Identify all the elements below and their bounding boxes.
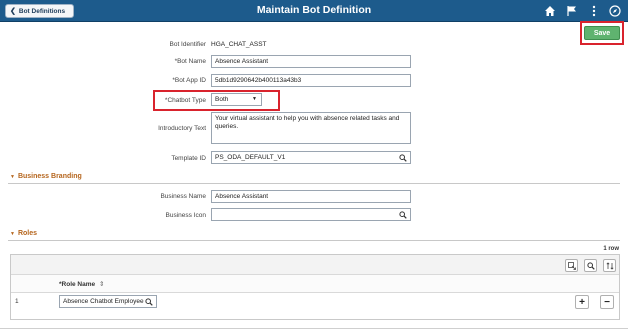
flag-icon[interactable] [565,4,579,18]
intro-text-value: Your virtual assistant to help you with … [215,115,400,130]
compass-icon[interactable] [608,4,622,18]
more-vertical-icon[interactable] [587,4,601,18]
template-id-field[interactable]: PS_ODA_DEFAULT_V1 [211,151,411,164]
bot-name-value: Absence Assistant [215,58,269,65]
save-highlight-box [580,21,624,45]
row-number: 1 [15,298,19,305]
sort-icon[interactable] [603,259,616,272]
roles-grid: *Role Name ⇕ 1 Absence Chatbot Employee … [10,254,620,320]
business-name-label: Business Name [160,193,206,200]
top-bar: ❮ Bot Definitions Maintain Bot Definitio… [0,0,628,22]
roles-section-label: Roles [17,230,38,237]
template-id-label: Template ID [171,155,206,162]
chatbot-type-highlight-box [153,90,280,111]
grid-search-icon[interactable] [584,259,597,272]
collapse-triangle-icon: ▼ [10,230,15,237]
grid-header: *Role Name ⇕ [11,275,619,293]
row-count: 1 row [603,246,619,252]
back-button[interactable]: ❮ Bot Definitions [5,4,74,18]
business-name-value: Absence Assistant [215,193,269,200]
section-divider [8,183,620,184]
collapse-triangle-icon: ▼ [10,173,15,180]
role-name-column-header[interactable]: *Role Name ⇕ [59,280,104,288]
personalize-icon[interactable] [565,259,578,272]
search-icon[interactable] [145,298,153,306]
column-sort-icon[interactable]: ⇕ [99,281,104,288]
intro-text-label: Introductory Text [158,125,206,132]
search-icon[interactable] [399,211,407,219]
role-name-field[interactable]: Absence Chatbot Employee [59,295,157,308]
template-id-value: PS_ODA_DEFAULT_V1 [215,154,286,161]
bot-name-field[interactable]: Absence Assistant [211,55,411,68]
role-name-value: Absence Chatbot Employee [63,298,144,305]
business-icon-label: Business Icon [165,212,206,219]
bot-identifier-label: Bot Identifier [169,41,207,48]
page-bottom-border [0,328,628,329]
business-branding-section-label: Business Branding [17,173,82,180]
section-divider [8,240,620,241]
bot-identifier-value: HGA_CHAT_ASST [211,41,267,48]
add-row-button[interactable]: + [575,295,589,309]
business-icon-field[interactable] [211,208,411,221]
bot-app-id-label: *Bot App ID [172,77,206,84]
back-button-label: Bot Definitions [18,7,66,15]
search-icon[interactable] [399,154,407,162]
role-name-column-label: *Role Name [59,281,96,288]
grid-toolbar [11,255,619,275]
bot-app-id-field[interactable]: 5db1d9290642b400113a43b3 [211,74,411,87]
delete-row-button[interactable]: − [600,295,614,309]
bot-app-id-value: 5db1d9290642b400113a43b3 [215,77,302,84]
bot-name-label: *Bot Name [174,58,206,65]
chevron-left-icon: ❮ [10,8,16,15]
business-branding-section-header[interactable]: ▼ Business Branding [10,173,82,180]
roles-section-header[interactable]: ▼ Roles [10,230,37,237]
intro-text-area[interactable]: Your virtual assistant to help you with … [211,112,411,144]
page-title: Maintain Bot Definition [256,4,372,16]
business-name-field[interactable]: Absence Assistant [211,190,411,203]
home-icon[interactable] [543,4,557,18]
